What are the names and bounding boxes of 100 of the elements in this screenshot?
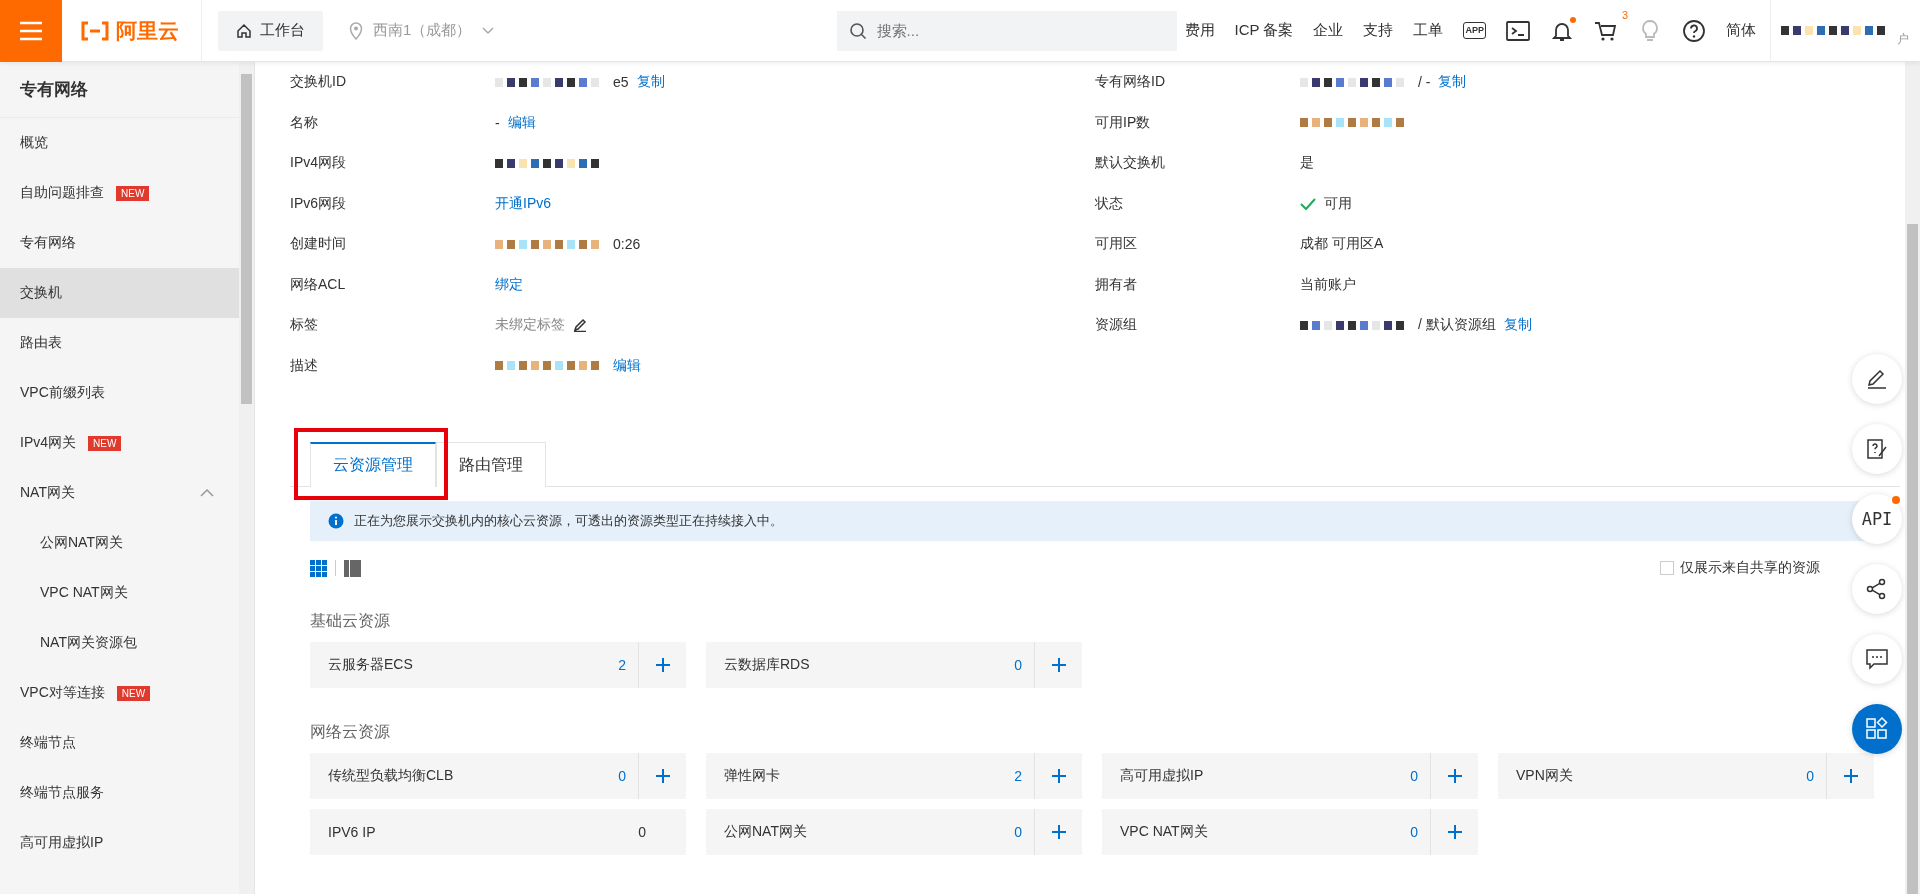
field-link[interactable]: 复制 — [1503, 316, 1532, 335]
nav-link[interactable]: 费用 — [1184, 21, 1215, 40]
tab[interactable]: 云资源管理 — [310, 442, 436, 487]
sidebar-item[interactable]: VPC对等连接 NEW — [0, 668, 239, 718]
status-text: 可用 — [1324, 194, 1352, 213]
resource-name: 云服务器ECS — [328, 656, 414, 674]
resource-name: VPN网关 — [1516, 767, 1574, 785]
resource-count[interactable]: 0 — [1410, 768, 1418, 784]
field-label: 状态 — [1095, 194, 1124, 213]
sidebar-item[interactable]: 终端节点 — [0, 718, 239, 768]
floating-tool-button[interactable] — [1852, 704, 1902, 754]
info-text: 正在为您展示交换机内的核心云资源，可透出的资源类型正在持续接入中。 — [354, 512, 783, 530]
field-label: 可用IP数 — [1095, 113, 1152, 132]
resource-name: 传统型负载均衡CLB — [328, 767, 455, 785]
floating-tool-button[interactable] — [1852, 424, 1902, 474]
list-view-icon[interactable] — [344, 559, 361, 577]
app-button[interactable]: APP — [1463, 22, 1486, 39]
nav-link[interactable]: 企业 — [1313, 21, 1344, 40]
sidebar-item[interactable]: VPC NAT网关 — [0, 568, 239, 618]
plus-icon — [1051, 658, 1066, 672]
field-value: 当前账户 — [1300, 275, 1356, 294]
sidebar-item[interactable]: 终端节点服务 — [0, 768, 239, 818]
field-value: 是 — [1300, 154, 1314, 173]
scrollbar[interactable] — [239, 62, 254, 894]
resource-count[interactable]: 0 — [618, 768, 626, 784]
home-icon — [236, 22, 252, 39]
field-label: 资源组 — [1095, 316, 1138, 335]
floating-tool-button[interactable]: API — [1852, 494, 1902, 544]
field-link[interactable]: 编辑 — [613, 356, 641, 375]
field-label: 拥有者 — [1095, 275, 1138, 294]
field-value: / 默认资源组 — [1418, 316, 1496, 335]
field-link[interactable]: 复制 — [636, 73, 665, 92]
clipboard-icon — [1865, 437, 1889, 461]
field-label: 标签 — [290, 316, 319, 335]
plus-icon — [1447, 825, 1462, 839]
section-title: 基础云资源 — [310, 611, 390, 631]
sidebar-item[interactable]: VPC前缀列表 — [0, 368, 239, 418]
scrollbar[interactable] — [1905, 62, 1920, 894]
field-link[interactable]: 复制 — [1438, 73, 1467, 92]
checkbox-label[interactable]: 仅展示来自共享的资源 — [1680, 559, 1820, 577]
help-icon[interactable] — [1682, 18, 1706, 43]
new-badge: NEW — [116, 685, 151, 701]
location-pin-icon — [349, 21, 363, 40]
apps-grid-icon — [1865, 717, 1889, 741]
sidebar-item[interactable]: 路由表 — [0, 318, 239, 368]
resource-count[interactable]: 0 — [1014, 657, 1022, 673]
field-label: 默认交换机 — [1095, 154, 1166, 173]
field-label: 名称 — [290, 113, 319, 132]
plus-icon — [1051, 825, 1066, 839]
sidebar-item[interactable]: 专有网络 — [0, 218, 239, 268]
sidebar-item[interactable]: 自助问题排查 NEW — [0, 168, 239, 218]
menu-button[interactable] — [0, 0, 62, 62]
sidebar-item[interactable]: IPv4网关 NEW — [0, 418, 239, 468]
field-link[interactable]: 编辑 — [507, 113, 536, 132]
field-value: 未绑定标签 — [495, 316, 565, 335]
nav-link[interactable]: 工单 — [1413, 21, 1444, 40]
chevron-up-icon[interactable] — [199, 488, 215, 498]
plus-icon — [655, 769, 670, 783]
sidebar-item[interactable]: NAT网关资源包 — [0, 618, 239, 668]
nav-link[interactable]: 简体 — [1726, 21, 1756, 40]
sidebar-item[interactable]: 交换机 — [0, 268, 239, 318]
plus-icon — [655, 658, 670, 672]
workbench-button[interactable]: 工作台 — [218, 10, 323, 51]
field-label: 专有网络ID — [1095, 73, 1166, 92]
resource-name: IPV6 IP — [328, 824, 377, 840]
tab[interactable]: 路由管理 — [436, 442, 546, 487]
resource-count[interactable]: 2 — [1014, 768, 1022, 784]
chevron-down-icon — [481, 25, 496, 36]
resource-count[interactable]: 0 — [1410, 824, 1418, 840]
field-label: 可用区 — [1095, 235, 1138, 254]
field-value: 成都 可用区A — [1300, 235, 1384, 254]
info-icon — [328, 513, 344, 529]
field-value: / - — [1418, 74, 1431, 91]
sidebar-item[interactable]: 概览 — [0, 118, 239, 168]
sidebar-item[interactable]: 高可用虚拟IP — [0, 818, 239, 868]
field-label: 创建时间 — [290, 235, 347, 254]
checkbox[interactable] — [1660, 561, 1674, 575]
floating-tool-button[interactable] — [1852, 564, 1902, 614]
search-field[interactable]: 搜索... — [836, 10, 1177, 51]
resource-count[interactable]: 0 — [1806, 768, 1814, 784]
terminal-icon[interactable] — [1506, 18, 1530, 43]
logo-bracket-icon — [80, 20, 110, 41]
field-value: e5 — [613, 74, 629, 91]
floating-tool-button[interactable] — [1852, 354, 1902, 404]
nav-link[interactable]: 支持 — [1363, 21, 1394, 40]
field-label: IPv4网段 — [290, 154, 347, 173]
new-badge: NEW — [116, 185, 150, 201]
floating-tool-button[interactable] — [1852, 634, 1902, 684]
pencil-icon[interactable] — [573, 318, 587, 333]
resource-count[interactable]: 2 — [618, 657, 626, 673]
resource-count[interactable]: 0 — [1014, 824, 1022, 840]
plus-icon — [1051, 769, 1066, 783]
resource-name: VPC NAT网关 — [1120, 823, 1209, 841]
grid-view-icon[interactable] — [310, 559, 327, 577]
nav-link[interactable]: ICP 备案 — [1234, 21, 1294, 40]
sidebar-item[interactable]: NAT网关 — [0, 468, 239, 518]
field-link[interactable]: 开通IPv6 — [495, 194, 551, 213]
field-value: 0:26 — [613, 236, 641, 253]
field-link[interactable]: 绑定 — [495, 275, 523, 294]
sidebar-item[interactable]: 公网NAT网关 — [0, 518, 239, 568]
